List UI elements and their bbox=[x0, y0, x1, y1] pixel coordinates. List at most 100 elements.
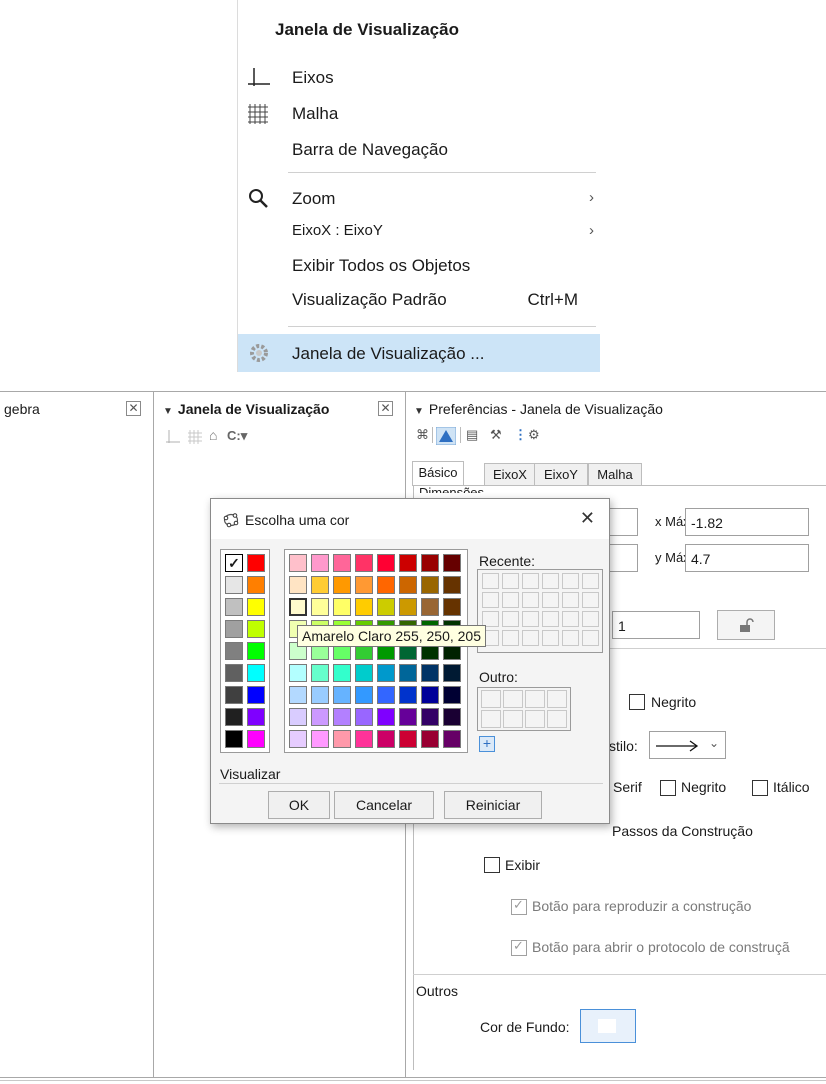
protocolo-checkbox[interactable] bbox=[511, 938, 527, 956]
negrito-checkbox[interactable] bbox=[629, 694, 645, 710]
close-icon[interactable]: ✕ bbox=[580, 508, 595, 529]
advanced-icon[interactable]: ⚙ bbox=[528, 427, 540, 443]
empty-swatch[interactable] bbox=[547, 690, 567, 708]
color-swatch[interactable] bbox=[311, 686, 329, 704]
color-swatch[interactable] bbox=[289, 686, 307, 704]
empty-swatch[interactable] bbox=[542, 573, 559, 589]
color-swatch[interactable] bbox=[399, 554, 417, 572]
color-swatch[interactable] bbox=[225, 620, 243, 638]
color-swatch[interactable] bbox=[377, 730, 395, 748]
empty-swatch[interactable] bbox=[503, 690, 523, 708]
close-icon[interactable]: ✕ bbox=[126, 401, 141, 416]
lock-ratio-button[interactable] bbox=[717, 610, 775, 640]
collapse-triangle-icon[interactable]: ▼ bbox=[414, 406, 424, 417]
coordinate-style-icon[interactable]: C:▾ bbox=[227, 428, 247, 444]
color-swatch[interactable] bbox=[355, 708, 373, 726]
color-swatch[interactable] bbox=[225, 730, 243, 748]
ok-button[interactable]: OK bbox=[268, 791, 330, 819]
empty-swatch[interactable] bbox=[522, 630, 539, 646]
empty-swatch[interactable] bbox=[522, 592, 539, 608]
empty-swatch[interactable] bbox=[525, 690, 545, 708]
color-swatch[interactable] bbox=[421, 554, 439, 572]
ymax-field[interactable]: 4.7 bbox=[685, 544, 809, 572]
menu-item-janela-visualizacao[interactable]: Janela de Visualização ... bbox=[238, 334, 600, 372]
empty-swatch[interactable] bbox=[502, 592, 519, 608]
empty-swatch[interactable] bbox=[562, 630, 579, 646]
color-swatch[interactable] bbox=[289, 664, 307, 682]
color-swatch[interactable] bbox=[289, 576, 307, 594]
empty-swatch[interactable] bbox=[582, 592, 599, 608]
color-swatch[interactable] bbox=[225, 664, 243, 682]
color-swatch[interactable] bbox=[355, 730, 373, 748]
menu-item-barra-navegacao[interactable]: Barra de Navegação bbox=[238, 132, 600, 168]
xmin-field[interactable] bbox=[608, 508, 638, 536]
graphics-view-icon[interactable] bbox=[436, 427, 456, 445]
color-swatch[interactable] bbox=[225, 708, 243, 726]
color-swatch[interactable] bbox=[247, 620, 265, 638]
color-swatch[interactable] bbox=[377, 598, 395, 616]
color-swatch[interactable] bbox=[377, 554, 395, 572]
color-swatch[interactable] bbox=[355, 664, 373, 682]
empty-swatch[interactable] bbox=[582, 630, 599, 646]
color-swatch[interactable] bbox=[443, 576, 461, 594]
empty-swatch[interactable] bbox=[481, 710, 501, 728]
color-swatch[interactable] bbox=[247, 708, 265, 726]
empty-swatch[interactable] bbox=[522, 573, 539, 589]
color-swatch[interactable] bbox=[355, 576, 373, 594]
ymin-field[interactable] bbox=[608, 544, 638, 572]
color-swatch[interactable] bbox=[443, 598, 461, 616]
color-swatch[interactable] bbox=[311, 708, 329, 726]
empty-swatch[interactable] bbox=[502, 630, 519, 646]
menu-item-malha[interactable]: Malha bbox=[238, 96, 600, 132]
menu-item-zoom[interactable]: Zoom › bbox=[238, 181, 600, 217]
color-swatch[interactable] bbox=[333, 598, 351, 616]
tab-eixoy[interactable]: EixoY bbox=[534, 463, 588, 486]
empty-swatch[interactable] bbox=[562, 611, 579, 627]
color-swatch[interactable] bbox=[377, 708, 395, 726]
axis-ratio-field[interactable]: 1 bbox=[612, 611, 700, 639]
color-swatch[interactable] bbox=[421, 730, 439, 748]
color-swatch[interactable] bbox=[311, 554, 329, 572]
menu-item-exibir-todos[interactable]: Exibir Todos os Objetos bbox=[238, 248, 600, 284]
view-panel-title[interactable]: ▼ Janela de Visualização bbox=[163, 401, 329, 417]
color-swatch[interactable] bbox=[377, 686, 395, 704]
empty-swatch[interactable] bbox=[525, 710, 545, 728]
color-swatch[interactable] bbox=[225, 576, 243, 594]
layout-icon[interactable]: ▤ bbox=[466, 427, 478, 443]
reset-button[interactable]: Reiniciar bbox=[444, 791, 542, 819]
empty-swatch[interactable] bbox=[542, 611, 559, 627]
axis-style-dropdown[interactable]: ⌄ bbox=[649, 731, 726, 759]
empty-swatch[interactable] bbox=[502, 611, 519, 627]
menu-item-eixos[interactable]: Eixos bbox=[238, 60, 600, 96]
color-swatch[interactable] bbox=[377, 576, 395, 594]
color-swatch[interactable] bbox=[225, 686, 243, 704]
empty-swatch[interactable] bbox=[482, 573, 499, 589]
more-options-icon[interactable]: ⋮ bbox=[514, 427, 527, 443]
color-swatch[interactable] bbox=[443, 708, 461, 726]
empty-swatch[interactable] bbox=[562, 573, 579, 589]
color-swatch[interactable] bbox=[399, 664, 417, 682]
close-icon[interactable]: ✕ bbox=[378, 401, 393, 416]
empty-swatch[interactable] bbox=[542, 592, 559, 608]
color-swatch[interactable] bbox=[443, 554, 461, 572]
color-swatch[interactable] bbox=[289, 598, 307, 616]
grid-icon[interactable] bbox=[187, 429, 203, 445]
cancel-button[interactable]: Cancelar bbox=[334, 791, 434, 819]
color-swatch[interactable] bbox=[247, 642, 265, 660]
empty-swatch[interactable] bbox=[582, 573, 599, 589]
color-swatch[interactable] bbox=[247, 598, 265, 616]
color-swatch[interactable] bbox=[247, 730, 265, 748]
empty-swatch[interactable] bbox=[542, 630, 559, 646]
color-swatch[interactable] bbox=[333, 576, 351, 594]
color-swatch[interactable] bbox=[355, 598, 373, 616]
color-swatch[interactable] bbox=[421, 598, 439, 616]
axes-icon[interactable] bbox=[165, 429, 181, 445]
color-swatch[interactable] bbox=[289, 554, 307, 572]
empty-swatch[interactable] bbox=[481, 690, 501, 708]
color-swatch[interactable] bbox=[355, 686, 373, 704]
tab-eixox[interactable]: EixoX bbox=[484, 463, 536, 486]
color-swatch[interactable] bbox=[333, 708, 351, 726]
empty-swatch[interactable] bbox=[522, 611, 539, 627]
color-swatch[interactable] bbox=[377, 664, 395, 682]
color-swatch[interactable] bbox=[399, 730, 417, 748]
